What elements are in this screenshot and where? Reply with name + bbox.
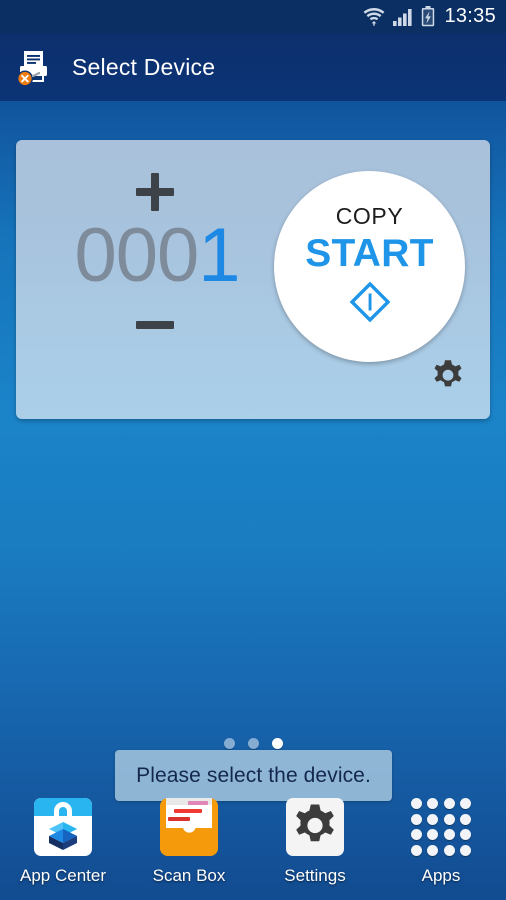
home-page-indicator [0, 738, 506, 749]
copy-start-button[interactable]: COPY START [274, 171, 465, 362]
status-icon-group [363, 6, 435, 27]
dock-label-apps: Apps [421, 866, 461, 885]
dock-label-settings: Settings [284, 866, 346, 885]
signal-bars-icon [392, 7, 414, 27]
status-bar-clock: 13:35 [444, 5, 496, 27]
dock-label-scan-box: Scan Box [152, 866, 226, 885]
copy-count-leading-zeros: 000 [74, 213, 199, 298]
wifi-transfer-icon [363, 7, 385, 27]
dock-item-apps[interactable]: Apps [378, 796, 504, 886]
start-label: START [305, 232, 434, 275]
copy-count-display[interactable]: 0001 [52, 213, 262, 299]
settings-gear-icon [284, 796, 346, 858]
toast-text: Please select the device. [136, 763, 371, 787]
page-dot-2[interactable] [247, 738, 259, 749]
apps-grid-icon [410, 798, 472, 856]
diamond-start-icon [347, 279, 393, 330]
scan-box-folder-icon [158, 796, 220, 858]
page-dot-1[interactable] [223, 738, 235, 749]
copy-count-value: 1 [198, 213, 240, 298]
battery-charging-icon [421, 6, 435, 27]
dock-label-app-center: App Center [20, 866, 106, 885]
printer-disconnected-icon [14, 46, 56, 88]
copy-card: 0001 COPY START [16, 140, 490, 419]
gear-icon [434, 360, 462, 387]
page-title: Select Device [72, 53, 216, 80]
decrease-copies-button[interactable] [124, 303, 186, 347]
card-settings-button[interactable] [428, 357, 468, 397]
page-dot-3-active[interactable] [271, 738, 283, 749]
dock-item-settings[interactable]: Settings [252, 796, 378, 886]
dock-item-scan-box[interactable]: Scan Box [126, 796, 252, 886]
dock-bar: App Center Scan Box Settings Apps [0, 790, 506, 900]
minus-icon [136, 321, 174, 329]
increase-copies-button[interactable] [124, 170, 186, 214]
dock-item-app-center[interactable]: App Center [0, 796, 126, 886]
status-bar: 13:35 [0, 0, 506, 33]
title-bar: Select Device [0, 33, 506, 101]
app-center-bag-icon [32, 796, 94, 858]
copy-mode-label: COPY [335, 203, 404, 229]
phone-screen: 13:35 Select Device 0001 COPY START Plea… [0, 0, 506, 900]
plus-icon [136, 173, 174, 211]
